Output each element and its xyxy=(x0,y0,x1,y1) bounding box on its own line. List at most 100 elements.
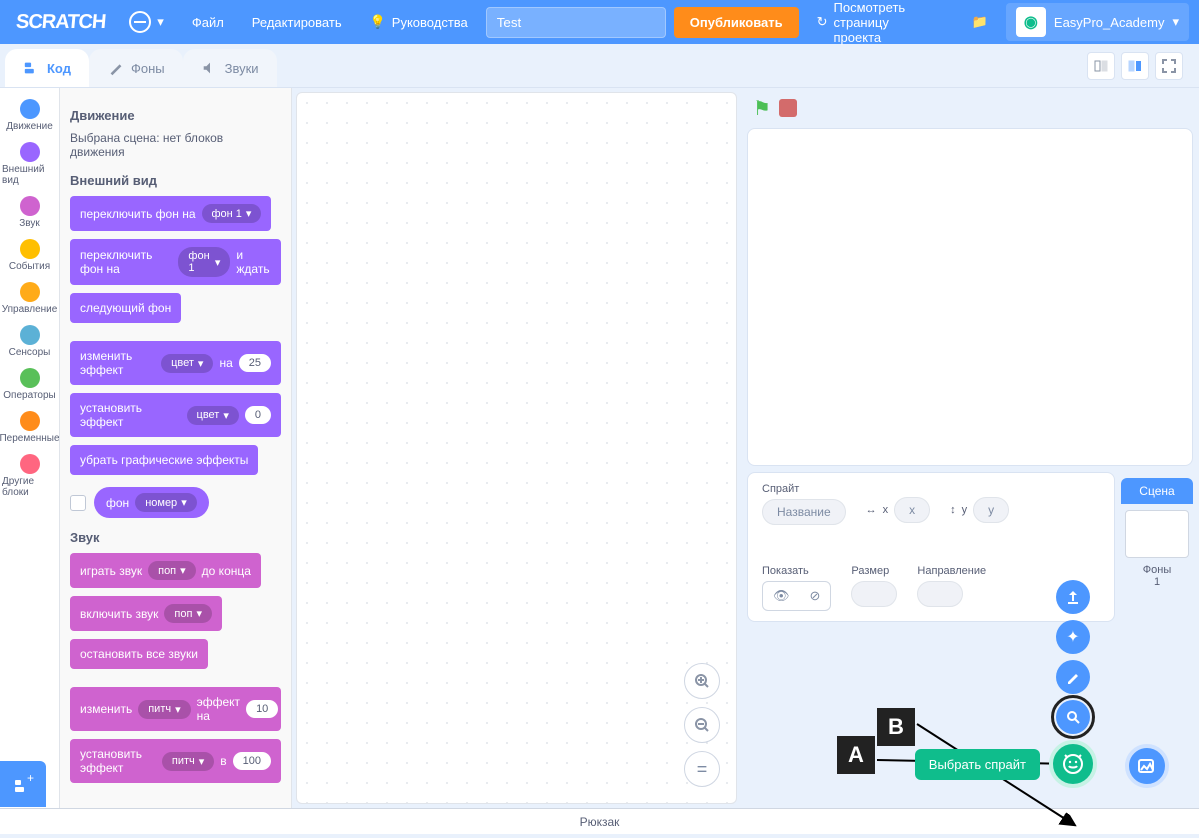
sprite-x-input[interactable]: x xyxy=(894,497,930,523)
backdrops-count: 1 xyxy=(1121,576,1193,588)
file-menu[interactable]: Файл xyxy=(182,9,234,36)
language-menu[interactable]: ▾ xyxy=(119,5,174,39)
project-title-input[interactable] xyxy=(486,7,666,38)
category-label: Звук xyxy=(19,218,40,229)
zoom-in-button[interactable] xyxy=(684,663,720,699)
stop-button[interactable] xyxy=(779,99,797,117)
category-dot xyxy=(20,411,40,431)
block-stop-all-sounds[interactable]: остановить все звуки xyxy=(70,639,208,669)
sprite-y-input[interactable]: y xyxy=(973,497,1009,523)
edit-menu[interactable]: Редактировать xyxy=(242,9,352,36)
add-sprite-menu: ✦ xyxy=(1049,580,1097,788)
stage-column: ⚑ Спрайт Название ↔ x x ↕ xyxy=(741,88,1199,808)
menubar: SCRATCH ▾ Файл Редактировать 💡Руководств… xyxy=(0,0,1199,44)
scratch-logo[interactable]: SCRATCH xyxy=(9,9,113,36)
zoom-out-button[interactable] xyxy=(684,707,720,743)
block-clear-effects[interactable]: убрать графические эффекты xyxy=(70,445,258,475)
code-workspace[interactable]: = xyxy=(296,92,737,804)
category-label: Переменные xyxy=(0,433,60,444)
paint-sprite-button[interactable] xyxy=(1056,660,1090,694)
svg-text:+: + xyxy=(27,772,34,785)
category-Переменные[interactable]: Переменные xyxy=(0,406,59,449)
backdrop-thumbnail[interactable] xyxy=(1125,510,1189,558)
username: EasyPro_Academy xyxy=(1054,15,1165,30)
category-dot xyxy=(20,196,40,216)
category-Операторы[interactable]: Операторы xyxy=(0,363,59,406)
block-palette: Движение Выбрана сцена: нет блоков движе… xyxy=(60,88,292,808)
sprite-list: B A Выбрать спрайт ✦ xyxy=(747,628,1115,798)
sprite-size-input[interactable] xyxy=(851,581,897,607)
block-switch-backdrop-wait[interactable]: переключить фон нафон 1 ▾и ждать xyxy=(70,239,281,285)
stage-small-button[interactable] xyxy=(1087,52,1115,80)
backdrops-label: Фоны xyxy=(1121,564,1193,576)
block-next-backdrop[interactable]: следующий фон xyxy=(70,293,181,323)
block-categories: Движение Внешний вид Звук События Управление… xyxy=(0,88,60,808)
block-play-sound-until-done[interactable]: играть звукпоп ▾до конца xyxy=(70,553,261,588)
annotation-b: B xyxy=(877,708,915,746)
category-Сенсоры[interactable]: Сенсоры xyxy=(0,320,59,363)
category-События[interactable]: События xyxy=(0,234,59,277)
block-start-sound[interactable]: включить звукпоп ▾ xyxy=(70,596,222,631)
looks-heading: Внешний вид xyxy=(70,173,281,188)
sprite-label: Спрайт xyxy=(762,483,846,495)
block-switch-backdrop[interactable]: переключить фон нафон 1 ▾ xyxy=(70,196,271,231)
globe-icon xyxy=(129,11,151,33)
category-label: Сенсоры xyxy=(9,347,51,358)
annotation-a: A xyxy=(837,736,875,774)
backdrop-reporter-checkbox[interactable] xyxy=(70,495,86,511)
paintbrush-icon xyxy=(107,59,125,77)
zoom-reset-button[interactable]: = xyxy=(684,751,720,787)
block-change-effect[interactable]: изменить эффектцвет ▾на25 xyxy=(70,341,281,385)
choose-sprite-tooltip: Выбрать спрайт xyxy=(915,749,1040,780)
category-dot xyxy=(20,239,40,259)
sprite-name-input[interactable]: Название xyxy=(762,499,846,525)
editor-tabs: Код Фоны Звуки xyxy=(0,44,1199,88)
category-label: Операторы xyxy=(3,390,55,401)
account-menu[interactable]: ◉ EasyPro_Academy ▾ xyxy=(1006,3,1189,41)
stage-selector[interactable]: Сцена Фоны 1 xyxy=(1121,478,1193,798)
sprite-direction-input[interactable] xyxy=(917,581,963,607)
zoom-controls: = xyxy=(684,663,720,787)
tab-code[interactable]: Код xyxy=(5,49,89,87)
stage-size-controls xyxy=(1087,52,1183,80)
green-flag-button[interactable]: ⚑ xyxy=(753,96,771,121)
block-backdrop-reporter[interactable]: фонномер ▾ xyxy=(94,487,209,518)
search-sprite-button[interactable] xyxy=(1056,700,1090,734)
code-icon xyxy=(23,59,41,77)
choose-sprite-button[interactable] xyxy=(1049,740,1097,788)
avatar: ◉ xyxy=(1016,7,1046,37)
updown-arrows-icon: ↕ xyxy=(950,504,956,516)
category-label: События xyxy=(9,261,50,272)
block-change-pitch-effect[interactable]: изменитьпитч ▾эффект на10 xyxy=(70,687,281,731)
category-label: Движение xyxy=(6,121,53,132)
folder-button[interactable]: 📁 xyxy=(962,8,998,36)
share-button[interactable]: Опубликовать xyxy=(674,7,799,38)
category-dot xyxy=(20,99,40,119)
sound-icon xyxy=(201,59,219,77)
choose-backdrop-button[interactable] xyxy=(1125,744,1169,788)
tab-sounds[interactable]: Звуки xyxy=(183,49,277,87)
stage-large-button[interactable] xyxy=(1121,52,1149,80)
tab-backdrops[interactable]: Фоны xyxy=(89,49,183,87)
upload-sprite-button[interactable] xyxy=(1056,580,1090,614)
block-set-pitch-effect[interactable]: установить эффектпитч ▾в100 xyxy=(70,739,281,783)
block-set-effect[interactable]: установить эффектцвет ▾0 xyxy=(70,393,281,437)
stage-header: ⚑ xyxy=(741,88,1199,128)
surprise-sprite-button[interactable]: ✦ xyxy=(1056,620,1090,654)
category-Управление[interactable]: Управление xyxy=(0,277,59,320)
eye-hide-icon: ⊘ xyxy=(800,582,831,610)
see-project-page-button[interactable]: ↻Посмотреть страницу проекта xyxy=(807,0,946,51)
scene-header: Сцена xyxy=(1121,478,1193,504)
category-dot xyxy=(20,454,40,474)
editor-main: Движение Внешний вид Звук События Управление… xyxy=(0,88,1199,808)
tutorials-button[interactable]: 💡Руководства xyxy=(360,8,478,36)
add-extension-button[interactable]: + xyxy=(0,761,46,807)
sprite-visibility-toggle[interactable]: 👁⊘ xyxy=(762,581,831,611)
category-Движение[interactable]: Движение xyxy=(0,94,59,137)
stage[interactable] xyxy=(747,128,1193,466)
category-Другие блоки[interactable]: Другие блоки xyxy=(0,449,59,503)
category-Внешний вид[interactable]: Внешний вид xyxy=(0,137,59,191)
category-Звук[interactable]: Звук xyxy=(0,191,59,234)
sound-heading: Звук xyxy=(70,530,281,545)
stage-fullscreen-button[interactable] xyxy=(1155,52,1183,80)
